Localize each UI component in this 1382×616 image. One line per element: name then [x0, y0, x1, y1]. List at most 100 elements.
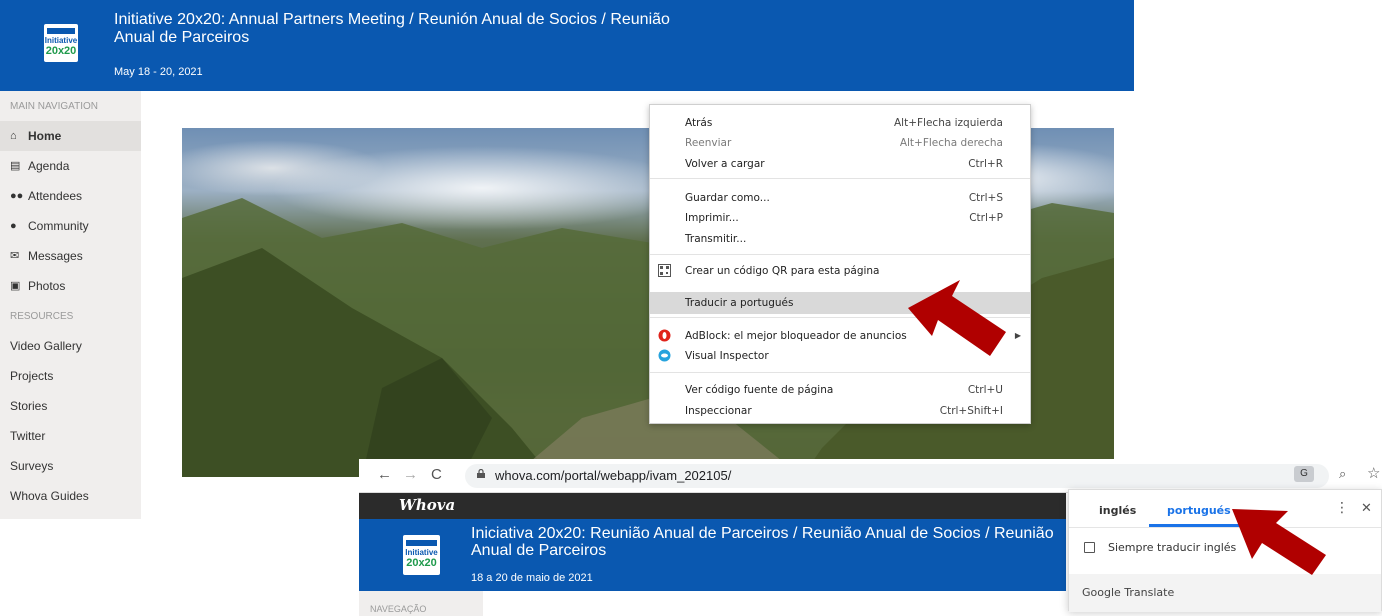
menu-item-label: Imprimir...: [685, 212, 739, 224]
translated-event-date: 18 a 20 de maio de 2021: [471, 572, 593, 584]
sidebar-item-twitter[interactable]: Twitter: [0, 421, 141, 451]
sidebar-item-projects[interactable]: Projects: [0, 361, 141, 391]
menu-item-inspect[interactable]: Inspeccionar Ctrl+Shift+I: [650, 400, 1030, 422]
red-arrow-icon: [908, 280, 1006, 356]
event-header: Initiative 20x20 Initiative 20x20: Annua…: [0, 0, 1134, 91]
sidebar-item-label: Agenda: [28, 159, 70, 173]
bookmark-star-icon[interactable]: ☆: [1367, 464, 1380, 482]
menu-item-view-source[interactable]: Ver código fuente de página Ctrl+U: [650, 379, 1030, 401]
whova-logo[interactable]: Whova: [399, 496, 455, 514]
visual-inspector-icon: [658, 349, 671, 362]
sidebar-item-photos[interactable]: ▣ Photos: [0, 271, 141, 301]
calendar-icon: ▤: [10, 160, 21, 172]
menu-item-print[interactable]: Imprimir... Ctrl+P: [650, 207, 1030, 229]
menu-item-label: Inspeccionar: [685, 405, 752, 417]
always-translate-label: Siempre traducir inglés: [1108, 541, 1237, 554]
tab-target-language[interactable]: portugués: [1167, 504, 1231, 517]
sidebar-section-resources: RESOURCES: [10, 311, 74, 322]
menu-item-cast[interactable]: Transmitir...: [650, 228, 1030, 250]
sidebar-item-label: Messages: [28, 249, 83, 263]
users-icon: ●●: [10, 190, 24, 202]
menu-separator: [650, 372, 1030, 373]
sidebar-item-surveys[interactable]: Surveys: [0, 451, 141, 481]
qr-code-icon: [658, 264, 671, 277]
translated-event-title: Iniciativa 20x20: Reunião Anual de Parce…: [471, 525, 1054, 559]
menu-item-label: Reenviar: [685, 137, 732, 149]
logo-text-line1: Initiative: [405, 548, 438, 557]
menu-item-label: Traducir a portugués: [685, 297, 794, 309]
menu-item-label: Volver a cargar: [685, 158, 765, 170]
menu-item-back[interactable]: Atrás Alt+Flecha izquierda: [650, 112, 1030, 134]
more-options-icon[interactable]: ⋮: [1335, 500, 1349, 516]
menu-item-shortcut: Ctrl+P: [969, 212, 1003, 224]
sidebar-item-agenda[interactable]: ▤ Agenda: [0, 151, 141, 181]
menu-item-label: Transmitir...: [685, 233, 747, 245]
always-translate-checkbox[interactable]: [1084, 542, 1095, 553]
address-bar[interactable]: whova.com/portal/webapp/ivam_202105/: [465, 464, 1329, 488]
back-arrow-icon[interactable]: ←: [377, 466, 392, 483]
tab-source-language[interactable]: inglés: [1099, 504, 1136, 517]
browser-toolbar: ← → C whova.com/portal/webapp/ivam_20210…: [359, 459, 1382, 493]
sidebar-item-label: Photos: [28, 279, 66, 293]
initiative-20x20-logo[interactable]: Initiative 20x20: [44, 24, 78, 62]
sidebar-item-label: Home: [28, 129, 62, 143]
sidebar-item-home[interactable]: ⌂ Home: [0, 121, 141, 151]
menu-item-reload[interactable]: Volver a cargar Ctrl+R: [650, 153, 1030, 175]
translated-sidebar: NAVEGAÇÃO: [359, 591, 483, 616]
sidebar-item-stories[interactable]: Stories: [0, 391, 141, 421]
menu-item-qr-code[interactable]: Crear un código QR para esta página: [650, 260, 1030, 282]
red-arrow-icon: [1232, 509, 1326, 575]
chat-icon: ●: [10, 220, 17, 232]
sidebar-item-messages[interactable]: ✉ Messages: [0, 241, 141, 271]
logo-bar: [406, 540, 437, 546]
popup-divider: [1069, 527, 1381, 528]
forward-arrow-icon[interactable]: →: [403, 466, 418, 483]
popup-footer: Google Translate: [1069, 574, 1381, 612]
menu-item-forward[interactable]: Reenviar Alt+Flecha derecha: [650, 132, 1030, 154]
envelope-icon: ✉: [10, 250, 20, 262]
google-translate-brand: Google Translate: [1082, 586, 1175, 599]
sidebar-item-label: Attendees: [28, 189, 83, 203]
menu-item-label: AdBlock: el mejor bloqueador de anuncios: [685, 330, 907, 342]
reload-icon[interactable]: C: [431, 466, 442, 483]
logo-text-line2: 20x20: [406, 557, 437, 569]
context-menu: Atrás Alt+Flecha izquierda Reenviar Alt+…: [649, 104, 1031, 424]
event-title: Initiative 20x20: Annual Partners Meetin…: [114, 11, 670, 46]
logo-text-line2: 20x20: [45, 45, 77, 57]
menu-item-shortcut: Ctrl+S: [968, 192, 1003, 204]
translate-icon[interactable]: G: [1294, 466, 1314, 482]
menu-item-label: Visual Inspector: [685, 350, 769, 362]
menu-item-shortcut: Alt+Flecha izquierda: [894, 117, 1003, 129]
sidebar: MAIN NAVIGATION ⌂ Home ▤ Agenda ●● Atten…: [0, 91, 141, 519]
translated-event-header: Initiative 20x20 Iniciativa 20x20: Reuni…: [359, 519, 1066, 591]
menu-separator: [650, 254, 1030, 255]
menu-item-label: Crear un código QR para esta página: [685, 265, 880, 277]
close-icon[interactable]: ✕: [1361, 501, 1372, 516]
event-date: May 18 - 20, 2021: [114, 66, 203, 78]
sidebar-item-video-gallery[interactable]: Video Gallery: [0, 331, 141, 361]
url-text: whova.com/portal/webapp/ivam_202105/: [495, 468, 732, 483]
menu-item-label: Guardar como...: [685, 192, 770, 204]
menu-item-label: Atrás: [685, 117, 713, 129]
zoom-icon[interactable]: ⌕: [1339, 466, 1346, 482]
menu-item-shortcut: Ctrl+U: [967, 384, 1003, 396]
translated-nav-section: NAVEGAÇÃO: [370, 604, 427, 614]
initiative-20x20-logo[interactable]: Initiative 20x20: [403, 535, 440, 575]
menu-item-shortcut: Alt+Flecha derecha: [899, 137, 1003, 149]
sidebar-item-whova-guides[interactable]: Whova Guides: [0, 481, 141, 511]
whova-top-bar: Whova: [359, 493, 1066, 519]
submenu-arrow-icon: ▶: [1014, 331, 1021, 340]
sidebar-item-community[interactable]: ● Community: [0, 211, 141, 241]
logo-bar: [47, 28, 75, 34]
lock-icon: [477, 469, 485, 478]
home-icon: ⌂: [10, 130, 17, 142]
logo-text-line1: Initiative: [44, 36, 78, 45]
adblock-icon: [658, 329, 671, 342]
sidebar-section-main: MAIN NAVIGATION: [10, 101, 98, 112]
menu-item-save-as[interactable]: Guardar como... Ctrl+S: [650, 187, 1030, 209]
camera-icon: ▣: [10, 280, 21, 292]
sidebar-item-label: Community: [28, 219, 89, 233]
menu-item-shortcut: Ctrl+Shift+I: [939, 405, 1003, 417]
sidebar-item-attendees[interactable]: ●● Attendees: [0, 181, 141, 211]
menu-item-label: Ver código fuente de página: [685, 384, 834, 396]
